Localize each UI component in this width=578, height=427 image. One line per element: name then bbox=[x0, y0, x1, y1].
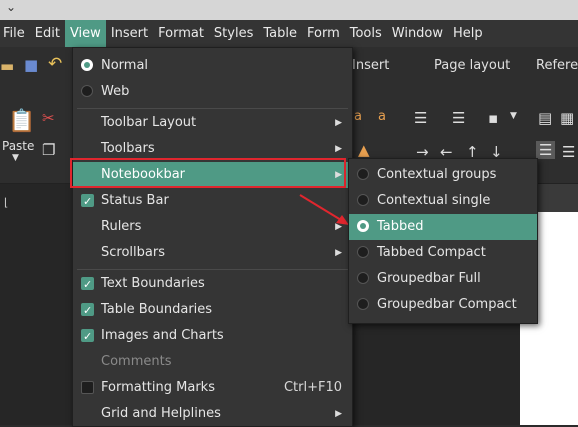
title-bar: ⌄ bbox=[0, 0, 578, 20]
chevron-down-icon[interactable]: ▼ bbox=[510, 111, 517, 121]
checkbox-checked-icon bbox=[81, 189, 94, 215]
grow-font-icon[interactable]: a bbox=[354, 109, 362, 124]
menu-file[interactable]: File bbox=[0, 20, 30, 47]
menu-item-normal[interactable]: Normal bbox=[73, 53, 352, 79]
submenu-item-groupedbar-full[interactable]: Groupedbar Full bbox=[349, 266, 537, 292]
tab-page-layout[interactable]: Page layout bbox=[434, 58, 510, 73]
menu-styles[interactable]: Styles bbox=[209, 20, 258, 47]
tab-references[interactable]: Referen bbox=[536, 58, 578, 73]
checkbox-checked-icon bbox=[81, 324, 94, 350]
chevron-down-icon[interactable]: ⌄ bbox=[6, 0, 16, 14]
menu-format[interactable]: Format bbox=[153, 20, 209, 47]
menu-item-images-and-charts[interactable]: Images and Charts bbox=[73, 323, 352, 350]
document-icon[interactable]: ▤ bbox=[538, 109, 552, 127]
menu-separator bbox=[77, 269, 348, 270]
radio-icon bbox=[357, 272, 369, 284]
annotation-arrow-icon bbox=[299, 194, 349, 225]
menu-edit[interactable]: Edit bbox=[30, 20, 65, 47]
save-icon[interactable]: ■ bbox=[24, 56, 38, 74]
tab-insert[interactable]: Insert bbox=[352, 58, 389, 73]
checkbox-checked-icon bbox=[81, 272, 94, 298]
menu-item-table-boundaries[interactable]: Table Boundaries bbox=[73, 297, 352, 324]
menu-window[interactable]: Window bbox=[387, 20, 448, 47]
submenu-arrow-icon: ▶ bbox=[335, 409, 342, 419]
menu-separator bbox=[77, 108, 348, 109]
menu-bar: File Edit View Insert Format Styles Tabl… bbox=[0, 20, 578, 47]
cut-icon[interactable]: ✂ bbox=[42, 109, 55, 127]
submenu-item-contextual-single[interactable]: Contextual single bbox=[349, 188, 537, 214]
menu-insert[interactable]: Insert bbox=[106, 20, 153, 47]
checkbox-icon bbox=[81, 381, 94, 394]
checkbox-checked-icon bbox=[81, 298, 94, 324]
menu-item-grid-and-helplines[interactable]: Grid and Helplines ▶ bbox=[73, 401, 352, 427]
submenu-arrow-icon: ▶ bbox=[335, 248, 342, 258]
menu-item-web[interactable]: Web bbox=[73, 79, 352, 105]
menu-view[interactable]: View bbox=[64, 20, 106, 47]
radio-icon bbox=[357, 194, 369, 206]
menu-table[interactable]: Table bbox=[258, 20, 302, 47]
submenu-item-tabbed[interactable]: Tabbed bbox=[349, 214, 537, 240]
radio-icon bbox=[81, 85, 93, 97]
paste-label[interactable]: Paste bbox=[2, 139, 34, 153]
submenu-arrow-icon: ▶ bbox=[335, 118, 342, 128]
undo-icon[interactable]: ↶ bbox=[48, 54, 62, 74]
open-folder-icon[interactable]: ▬ bbox=[0, 57, 14, 75]
tab-stop-icon[interactable]: ⌊ bbox=[4, 196, 8, 209]
submenu-item-tabbed-compact[interactable]: Tabbed Compact bbox=[349, 240, 537, 266]
radio-icon bbox=[357, 246, 369, 258]
table-icon[interactable]: ▦ bbox=[560, 109, 574, 127]
menu-item-comments: Comments bbox=[101, 354, 172, 369]
document-margin-left: ⌊ bbox=[0, 184, 72, 425]
notebookbar-submenu: Contextual groups Contextual single Tabb… bbox=[348, 158, 538, 324]
menu-tools[interactable]: Tools bbox=[345, 20, 387, 47]
submenu-item-contextual-groups[interactable]: Contextual groups bbox=[349, 162, 537, 188]
menu-form[interactable]: Form bbox=[302, 20, 345, 47]
bullets-icon[interactable]: ☰ bbox=[414, 109, 427, 127]
menu-help[interactable]: Help bbox=[448, 20, 488, 47]
radio-selected-icon bbox=[357, 220, 369, 232]
menu-item-text-boundaries[interactable]: Text Boundaries bbox=[73, 271, 352, 298]
shrink-font-icon[interactable]: a bbox=[378, 109, 386, 124]
numbering-icon[interactable]: ☰ bbox=[452, 109, 465, 127]
align-left-icon[interactable]: ☰ bbox=[536, 141, 556, 159]
menu-item-formatting-marks[interactable]: Formatting Marks Ctrl+F10 bbox=[73, 375, 352, 401]
annotation-highlight-box bbox=[70, 158, 346, 188]
align-center-icon[interactable]: ☰ bbox=[562, 143, 575, 161]
shortcut-label: Ctrl+F10 bbox=[283, 380, 342, 395]
radio-icon bbox=[357, 298, 369, 310]
radio-icon bbox=[357, 168, 369, 180]
highlight-icon[interactable]: ▲ bbox=[358, 141, 370, 159]
submenu-item-groupedbar-compact[interactable]: Groupedbar Compact bbox=[349, 292, 537, 318]
menu-item-toolbar-layout[interactable]: Toolbar Layout ▶ bbox=[73, 110, 352, 136]
view-menu: Normal Web Toolbar Layout ▶ Toolbars ▶ N… bbox=[72, 47, 353, 427]
menu-item-scrollbars[interactable]: Scrollbars ▶ bbox=[73, 240, 352, 266]
paste-dropdown-icon[interactable]: ▼ bbox=[12, 153, 19, 163]
style-list-icon[interactable]: ▪ bbox=[488, 109, 498, 127]
paste-icon[interactable]: 📋 bbox=[8, 109, 35, 134]
radio-selected-icon bbox=[81, 59, 93, 71]
copy-icon[interactable]: ❐ bbox=[42, 141, 55, 159]
